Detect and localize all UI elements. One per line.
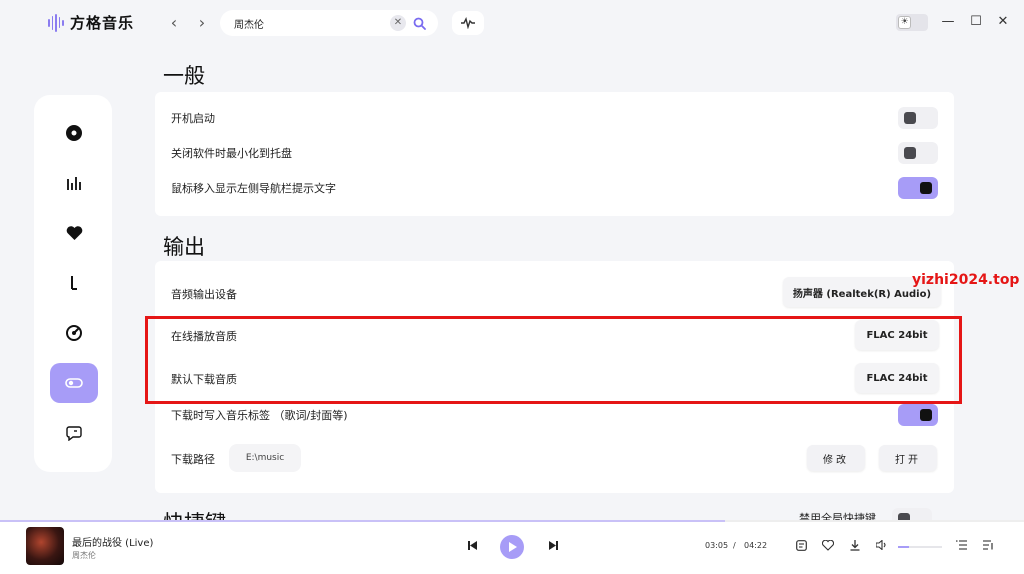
settings-content: 一般 开机启动 关闭软件时最小化到托盘 鼠标移入显示左侧导航栏提示文字 输出 音… bbox=[155, 46, 955, 520]
setting-label-minimize-tray: 关闭软件时最小化到托盘 bbox=[171, 147, 292, 160]
volume-slider[interactable] bbox=[898, 546, 942, 548]
settings-toggle-icon bbox=[65, 378, 83, 388]
playback-progress-fill bbox=[0, 520, 725, 522]
maximize-icon[interactable]: ☐ bbox=[968, 14, 984, 30]
play-icon bbox=[508, 542, 517, 552]
setting-label-global-shortcuts: 禁用全局快捷键 bbox=[799, 512, 876, 520]
section-title-output: 输出 bbox=[163, 235, 205, 259]
song-title: 最后的战役 (Live) bbox=[72, 538, 154, 549]
theme-toggle[interactable]: ☀ bbox=[896, 14, 928, 31]
logo-icon bbox=[48, 13, 64, 32]
sun-icon: ☀ bbox=[898, 16, 911, 29]
sidebar bbox=[34, 95, 112, 472]
waveform-icon bbox=[461, 17, 475, 29]
open-path-button[interactable]: 打开 bbox=[879, 445, 937, 471]
total-time: 04:22 bbox=[744, 541, 768, 550]
setting-label-download-path: 下载路径 bbox=[171, 453, 215, 466]
playback-progress-bar[interactable] bbox=[0, 520, 1024, 522]
time-separator: / bbox=[733, 541, 736, 550]
sidebar-item-settings[interactable] bbox=[50, 363, 98, 403]
setting-label-autostart: 开机启动 bbox=[171, 112, 215, 125]
setting-label-output-device: 音频输出设备 bbox=[171, 288, 237, 301]
setting-label-nav-tooltip: 鼠标移入显示左侧导航栏提示文字 bbox=[171, 182, 336, 195]
sidebar-item-radar[interactable] bbox=[50, 313, 98, 353]
close-icon[interactable]: ✕ bbox=[390, 15, 406, 31]
volume-slider-fill bbox=[898, 546, 909, 548]
chat-bubble-icon bbox=[66, 426, 82, 441]
previous-track-icon[interactable] bbox=[464, 537, 480, 553]
song-artist[interactable]: 周杰伦 bbox=[72, 550, 96, 561]
download-path-field[interactable]: E:\music bbox=[229, 444, 301, 472]
chart-bars-icon bbox=[67, 177, 81, 190]
download-icon[interactable] bbox=[847, 537, 863, 553]
player-bar: 最后的战役 (Live) 周杰伦 03:05 / 04:22 bbox=[0, 520, 1024, 574]
radar-icon bbox=[66, 325, 82, 341]
section-title-shortcuts: 快捷键 bbox=[163, 507, 226, 520]
sidebar-item-feedback[interactable] bbox=[50, 413, 98, 453]
autostart-toggle[interactable] bbox=[898, 107, 938, 129]
queue-icon[interactable] bbox=[980, 537, 996, 553]
global-shortcuts-toggle[interactable] bbox=[892, 508, 932, 520]
back-arrow-icon[interactable]: ‹ bbox=[166, 14, 182, 32]
modify-path-button[interactable]: 修改 bbox=[807, 445, 865, 471]
search-input[interactable] bbox=[234, 17, 384, 29]
lyrics-icon[interactable] bbox=[793, 537, 809, 553]
forward-arrow-icon[interactable]: › bbox=[194, 14, 210, 32]
general-card: 开机启动 关闭软件时最小化到托盘 鼠标移入显示左侧导航栏提示文字 bbox=[155, 92, 954, 216]
app-logo: 方格音乐 bbox=[48, 12, 134, 33]
volume-icon[interactable] bbox=[874, 537, 890, 553]
disc-icon bbox=[66, 125, 82, 141]
playlist-menu-icon[interactable] bbox=[953, 537, 969, 553]
sidebar-item-music[interactable] bbox=[50, 263, 98, 303]
current-time: 03:05 bbox=[705, 541, 729, 550]
close-window-icon[interactable]: ✕ bbox=[995, 14, 1011, 30]
sidebar-item-charts[interactable] bbox=[50, 163, 98, 203]
setting-label-write-tags: 下载时写入音乐标签 （歌词/封面等) bbox=[171, 409, 348, 422]
play-button[interactable] bbox=[500, 535, 524, 559]
shortcuts-partial-row: 禁用全局快捷键 bbox=[775, 504, 954, 520]
top-bar: 方格音乐 ‹ › ✕ ☀ — ☐ ✕ bbox=[0, 0, 1024, 46]
next-track-icon[interactable] bbox=[545, 537, 561, 553]
watermark-text: yizhi2024.top bbox=[912, 272, 1020, 288]
nav-tooltip-toggle[interactable] bbox=[898, 177, 938, 199]
minimize-tray-toggle[interactable] bbox=[898, 142, 938, 164]
sidebar-item-discover[interactable] bbox=[50, 113, 98, 153]
music-note-icon bbox=[71, 276, 77, 290]
waveform-button[interactable] bbox=[452, 11, 484, 35]
write-tags-toggle[interactable] bbox=[898, 404, 938, 426]
section-title-general: 一般 bbox=[163, 64, 205, 88]
search-icon[interactable] bbox=[410, 14, 428, 32]
like-heart-icon[interactable] bbox=[820, 537, 836, 553]
sidebar-item-favorites[interactable] bbox=[50, 213, 98, 253]
app-name: 方格音乐 bbox=[70, 14, 135, 32]
search-bar: ✕ bbox=[220, 10, 438, 36]
minimize-icon[interactable]: — bbox=[940, 14, 956, 30]
album-cover[interactable] bbox=[26, 527, 64, 565]
heart-icon bbox=[66, 225, 82, 240]
highlight-box bbox=[145, 316, 962, 404]
